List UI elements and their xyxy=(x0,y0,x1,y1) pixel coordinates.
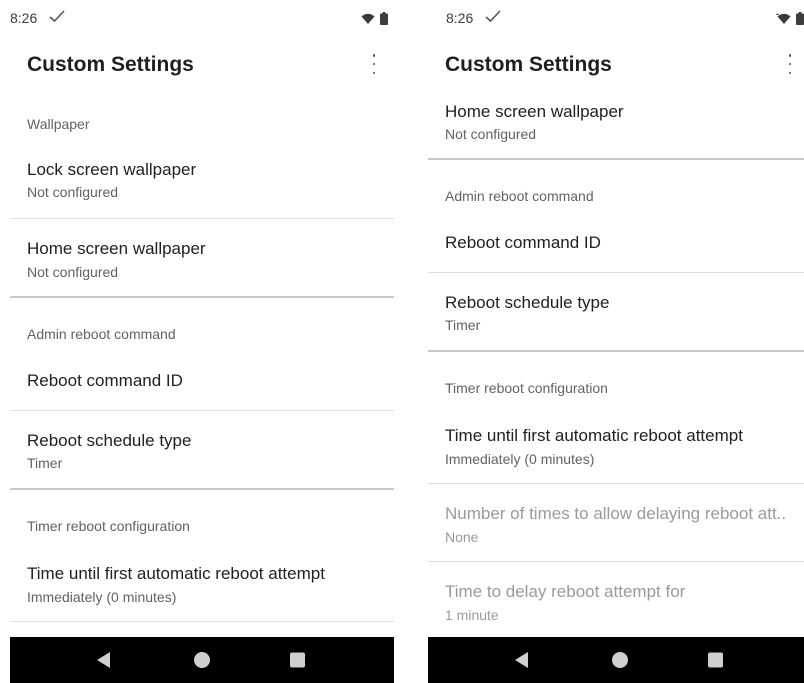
right-phone-screen: 8:26 Custom Settings Home screen wallpap… xyxy=(428,0,804,683)
pref-title: Lock screen wallpaper xyxy=(27,160,197,179)
section-header-timer-reboot: Timer reboot configuration xyxy=(445,380,608,396)
pref-title: Reboot schedule type xyxy=(27,431,192,450)
more-vert-icon[interactable] xyxy=(782,54,798,74)
status-bar: 8:26 xyxy=(10,0,394,34)
pref-summary: Not configured xyxy=(27,184,119,200)
status-time: 8:26 xyxy=(10,10,38,26)
home-icon[interactable] xyxy=(194,652,210,668)
status-time: 8:26 xyxy=(446,10,474,26)
battery-icon xyxy=(380,12,388,25)
section-header-admin-reboot: Admin reboot command xyxy=(27,326,176,342)
pref-title: Home screen wallpaper xyxy=(27,239,206,258)
pref-summary: Not configured xyxy=(27,264,119,280)
pref-title: Time until first automatic reboot attemp… xyxy=(445,426,743,445)
home-icon[interactable] xyxy=(612,652,628,668)
pref-title: Time until first automatic reboot attemp… xyxy=(27,564,325,583)
pref-reboot-command-id[interactable]: Reboot command ID xyxy=(428,208,804,273)
pref-reboot-schedule-type[interactable]: Reboot schedule type Timer xyxy=(10,411,394,488)
pref-summary: Not configured xyxy=(445,126,537,142)
wifi-icon xyxy=(361,13,375,24)
section-header-timer-reboot: Timer reboot configuration xyxy=(27,518,190,534)
pref-home-screen-wallpaper[interactable]: Home screen wallpaper Not configured xyxy=(428,90,804,158)
recents-icon[interactable] xyxy=(708,652,723,668)
system-nav-bar xyxy=(428,637,804,683)
battery-icon xyxy=(796,12,804,25)
pref-summary: Timer xyxy=(27,455,63,471)
pref-summary: Timer xyxy=(445,317,481,333)
pref-delay-duration[interactable]: Time to delay reboot attempt for 1 minut… xyxy=(428,562,804,639)
pref-lock-screen-wallpaper[interactable]: Lock screen wallpaper Not configured xyxy=(10,152,394,219)
pref-title: Reboot command ID xyxy=(27,371,183,390)
pref-summary: Immediately (0 minutes) xyxy=(445,451,595,467)
pref-summary: None xyxy=(445,529,479,545)
settings-list: Home screen wallpaper Not configured Adm… xyxy=(428,90,804,639)
pref-time-until-first-reboot[interactable]: Time until first automatic reboot attemp… xyxy=(10,538,394,622)
check-icon xyxy=(49,10,65,23)
section-header-admin-reboot: Admin reboot command xyxy=(445,188,594,204)
pref-number-of-delays[interactable]: Number of times to allow delaying reboot… xyxy=(428,484,804,562)
pref-title: Home screen wallpaper xyxy=(445,102,624,121)
pref-home-screen-wallpaper[interactable]: Home screen wallpaper Not configured xyxy=(10,219,394,296)
pref-title: Time to delay reboot attempt for xyxy=(445,582,686,601)
pref-summary: Immediately (0 minutes) xyxy=(27,589,177,605)
pref-time-until-first-reboot[interactable]: Time until first automatic reboot attemp… xyxy=(428,400,804,484)
check-icon xyxy=(485,10,501,23)
page-title: Custom Settings xyxy=(27,53,194,76)
wifi-icon xyxy=(776,12,791,24)
system-nav-bar xyxy=(10,637,394,683)
recents-icon[interactable] xyxy=(290,652,305,668)
pref-title: Reboot command ID xyxy=(445,233,601,252)
page-title: Custom Settings xyxy=(445,53,612,76)
left-phone-screen: 8:26 Custom Settings Wallpaper Lock scre… xyxy=(10,0,394,683)
app-bar: Custom Settings xyxy=(428,40,804,90)
status-bar: 8:26 xyxy=(428,0,804,34)
back-icon[interactable] xyxy=(97,652,110,668)
app-bar: Custom Settings xyxy=(10,40,394,90)
pref-reboot-schedule-type[interactable]: Reboot schedule type Timer xyxy=(428,273,804,350)
back-icon[interactable] xyxy=(515,652,528,668)
screen-gap xyxy=(394,0,428,683)
settings-list: Wallpaper Lock screen wallpaper Not conf… xyxy=(10,94,394,622)
section-header-wallpaper: Wallpaper xyxy=(27,116,90,132)
pref-title: Number of times to allow delaying reboot… xyxy=(445,504,787,523)
pref-summary: 1 minute xyxy=(445,607,499,623)
pref-title: Reboot schedule type xyxy=(445,293,610,312)
pref-reboot-command-id[interactable]: Reboot command ID xyxy=(10,346,394,411)
more-vert-icon[interactable] xyxy=(366,54,382,74)
